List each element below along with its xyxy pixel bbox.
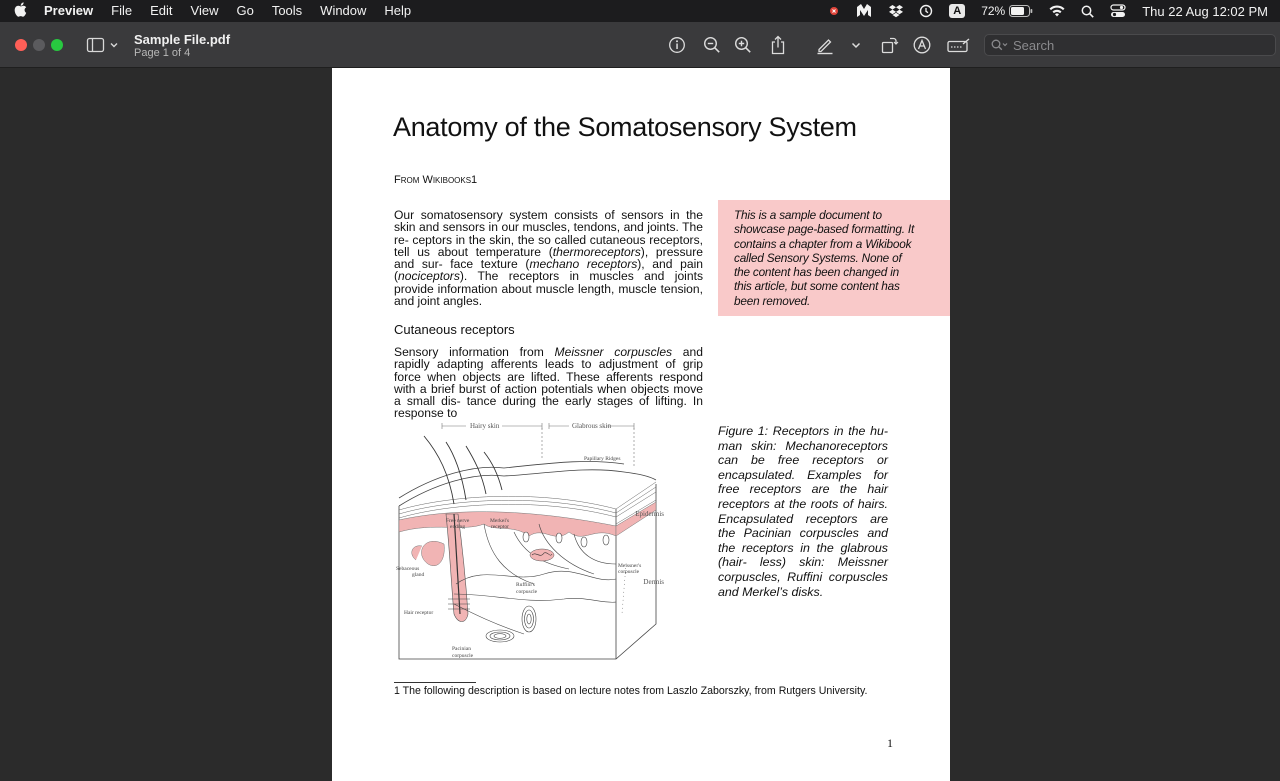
menu-window[interactable]: Window — [311, 0, 375, 22]
menu-app-name[interactable]: Preview — [40, 0, 102, 22]
info-button[interactable] — [667, 35, 687, 55]
page-indicator: Page 1 of 4 — [134, 47, 191, 59]
signature-button[interactable] — [946, 35, 972, 55]
label-ruffinis: Ruffini's — [516, 581, 535, 588]
label-glabrous-skin: Glabrous skin — [572, 422, 612, 430]
status-area: A 72% Thu 22 Aug 12:02 PM — [813, 0, 1280, 22]
menu-clock[interactable]: Thu 22 Aug 12:02 PM — [1142, 4, 1268, 19]
skin-receptors-figure: Hairy skin Glabrous skin Papillary Ridge… — [396, 422, 664, 660]
figure-caption: Figure 1: Receptors in the hu- man skin:… — [718, 424, 888, 599]
menu-edit[interactable]: Edit — [141, 0, 181, 22]
intro-paragraph: Our somatosensory system consists of sen… — [394, 209, 703, 307]
record-indicator-icon[interactable] — [829, 6, 839, 16]
spotlight-search-icon[interactable] — [1081, 5, 1095, 18]
label-merkels-receptor: receptor — [491, 524, 509, 530]
label-hairy-skin: Hairy skin — [470, 422, 500, 430]
markup-button[interactable] — [912, 35, 932, 55]
share-icon — [771, 35, 785, 55]
close-window-button[interactable] — [15, 39, 27, 51]
zoom-window-button[interactable] — [51, 39, 63, 51]
label-hair-receptor: Hair receptor — [404, 610, 433, 616]
chevron-down-icon — [851, 42, 861, 49]
zoom-in-icon — [734, 36, 751, 53]
footnote-divider — [394, 682, 476, 683]
pdf-page[interactable]: Anatomy of the Somatosensory System From… — [332, 68, 950, 781]
document-byline: From Wikibooks1 — [394, 174, 478, 186]
input-source-badge[interactable]: A — [949, 4, 966, 18]
malwarebytes-icon[interactable] — [855, 3, 873, 19]
info-icon — [669, 37, 685, 53]
sample-note-box: This is a sample document to showcase pa… — [718, 200, 950, 316]
search-input[interactable] — [1013, 37, 1263, 53]
wifi-icon[interactable] — [1049, 5, 1065, 17]
menu-bar: Preview File Edit View Go Tools Window H… — [0, 0, 1280, 22]
control-center-icon[interactable] — [1110, 4, 1126, 18]
menu-help[interactable]: Help — [375, 0, 420, 22]
markup-icon — [913, 36, 931, 54]
label-ruffini-corpuscle: corpuscle — [516, 589, 538, 595]
label-pacinian-corpuscle: corpuscle — [452, 653, 474, 659]
battery-icon[interactable] — [1009, 5, 1033, 17]
apple-menu-icon[interactable] — [0, 2, 40, 20]
highlight-button[interactable] — [815, 35, 835, 55]
window-toolbar: Sample File.pdf Page 1 of 4 — [0, 22, 1280, 68]
document-title: Sample File.pdf — [134, 32, 231, 47]
label-pacinian: Pacinian — [452, 646, 471, 652]
share-button[interactable] — [768, 35, 788, 55]
sidebar-icon — [86, 37, 118, 53]
sample-note-text: This is a sample document to showcase pa… — [734, 208, 915, 308]
section-heading: Cutaneous receptors — [394, 322, 515, 337]
minimize-window-button[interactable] — [33, 39, 45, 51]
rotate-button[interactable] — [879, 35, 899, 55]
menu-tools[interactable]: Tools — [263, 0, 311, 22]
menu-go[interactable]: Go — [227, 0, 262, 22]
document-heading: Anatomy of the Somatosensory System — [393, 112, 857, 142]
highlight-options-button[interactable] — [846, 35, 866, 55]
sidebar-toggle-button[interactable] — [86, 36, 122, 54]
search-field[interactable] — [984, 34, 1276, 56]
dropbox-icon[interactable] — [889, 4, 904, 18]
label-meissner-corpuscle: corpuscle — [618, 569, 640, 575]
signature-icon — [947, 38, 970, 53]
highlight-pen-icon — [817, 39, 833, 55]
label-epidermis: Epidermis — [635, 510, 664, 518]
time-machine-icon[interactable] — [919, 4, 933, 18]
label-dermis: Dermis — [643, 578, 664, 586]
footnote-text: 1 The following description is based on … — [394, 685, 868, 697]
page-number: 1 — [887, 736, 893, 750]
battery-percent-text: 72% — [981, 4, 1006, 18]
label-ending: ending — [450, 524, 465, 530]
zoom-in-button[interactable] — [733, 35, 753, 55]
cutaneous-paragraph: Sensory information from Meissner corpus… — [394, 346, 703, 420]
search-icon — [991, 39, 1008, 51]
menu-view[interactable]: View — [182, 0, 228, 22]
battery-percent: 72% — [981, 4, 1005, 18]
menu-file[interactable]: File — [102, 0, 141, 22]
zoom-out-icon — [703, 36, 720, 53]
label-gland: gland — [412, 572, 424, 578]
zoom-out-button[interactable] — [702, 35, 722, 55]
rotate-icon — [881, 37, 899, 54]
text-run: and rapidly adapting afferents leads to … — [394, 345, 703, 421]
